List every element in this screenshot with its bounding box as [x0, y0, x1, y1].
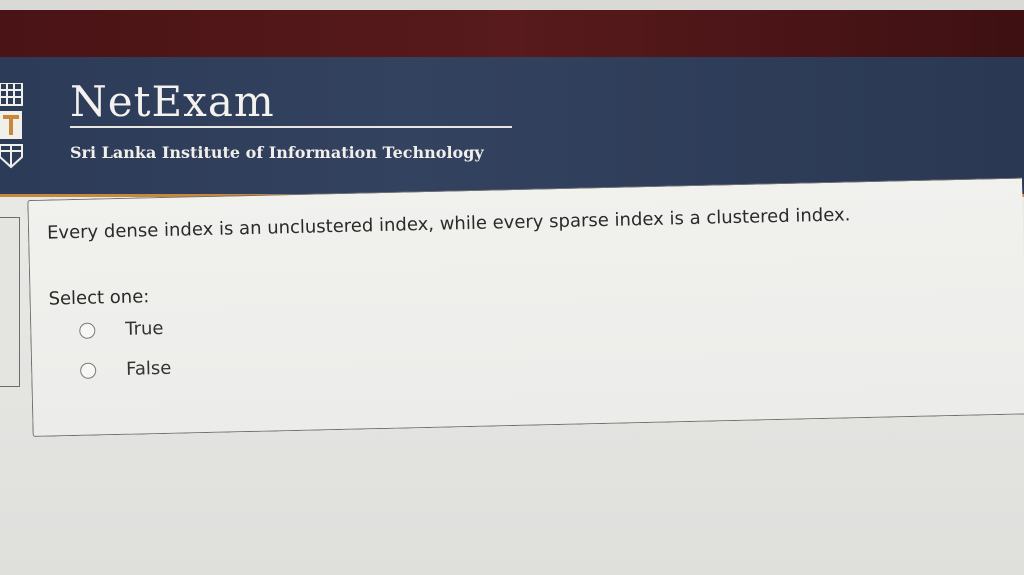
question-text: Every dense index is an unclustered inde…	[46, 204, 851, 244]
site-header: NetExam Sri Lanka Institute of Informati…	[0, 57, 1024, 197]
page: NetExam Sri Lanka Institute of Informati…	[0, 0, 1024, 575]
question-card: Every dense index is an unclustered inde…	[27, 177, 1024, 437]
answer-option-true[interactable]: True	[79, 318, 164, 341]
institute-logo-icon	[0, 82, 26, 175]
option-label-false: False	[125, 357, 172, 380]
brand-divider	[70, 126, 512, 128]
question-info-panel	[0, 217, 20, 387]
brand-title: NetExam	[70, 77, 275, 126]
radio-button-false[interactable]	[80, 362, 97, 379]
option-label-true: True	[125, 317, 164, 340]
answer-option-false[interactable]: False	[80, 358, 172, 381]
top-strip	[0, 0, 1024, 10]
top-navbar	[0, 10, 1024, 57]
radio-button-true[interactable]	[79, 322, 96, 339]
institute-name: Sri Lanka Institute of Information Techn…	[70, 143, 484, 162]
select-one-label: Select one:	[48, 286, 150, 310]
